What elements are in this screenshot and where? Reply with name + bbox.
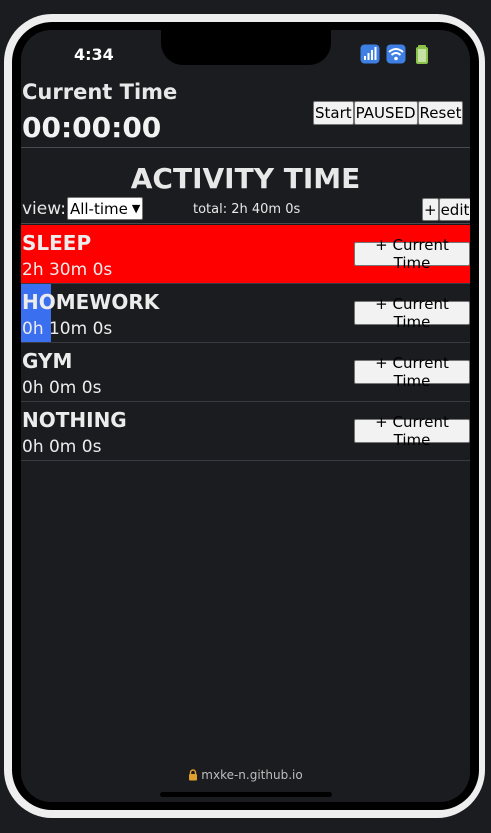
timer-section: Current Time 00:00:00 Start PAUSED Reset <box>21 80 470 148</box>
activity-name: GYM <box>22 349 73 373</box>
activity-time: 2h 30m 0s <box>22 260 113 280</box>
add-current-time-button[interactable]: + Current Time <box>354 236 470 272</box>
view-label: view: <box>22 198 66 219</box>
battery-icon <box>416 45 428 64</box>
url-text: mxke-n.github.io <box>201 768 303 782</box>
activity-title: ACTIVITY TIME <box>130 162 361 195</box>
chevron-down-icon: ▼ <box>131 202 141 215</box>
app-screen: 4:34 Current Time 00:00:00 Start PAUSED … <box>21 30 470 802</box>
start-button[interactable]: Start <box>313 101 354 125</box>
status-icons <box>360 44 432 64</box>
add-current-time-button[interactable]: + Current Time <box>354 354 470 390</box>
home-indicator[interactable] <box>160 792 332 797</box>
activity-row-sleep: SLEEP 2h 30m 0s + Current Time <box>21 225 470 284</box>
wifi-icon <box>386 44 406 64</box>
activity-row-gym: GYM 0h 0m 0s + Current Time <box>21 343 470 402</box>
browser-url-bar[interactable]: mxke-n.github.io <box>21 768 470 782</box>
activity-row-nothing: NOTHING 0h 0m 0s + Current Time <box>21 402 470 461</box>
edit-controls: + edit <box>422 198 470 221</box>
reset-button[interactable]: Reset <box>417 101 464 125</box>
view-filter: view: All-time ▼ <box>22 197 144 220</box>
timer-display: 00:00:00 <box>22 111 162 144</box>
activity-time: 0h 10m 0s <box>22 319 113 339</box>
status-time: 4:34 <box>74 45 114 64</box>
activity-time: 0h 0m 0s <box>22 378 102 398</box>
phone-notch <box>161 30 331 65</box>
activity-name: SLEEP <box>22 231 92 255</box>
add-current-time-button[interactable]: + Current Time <box>354 295 470 331</box>
timer-label: Current Time <box>22 80 178 104</box>
view-select-value: All-time <box>69 199 128 218</box>
timer-controls: Start PAUSED Reset <box>313 101 464 125</box>
activity-name: NOTHING <box>22 408 127 432</box>
view-select[interactable]: All-time ▼ <box>66 197 144 220</box>
signal-icon <box>360 44 380 64</box>
edit-button[interactable]: edit <box>438 198 470 221</box>
paused-button[interactable]: PAUSED <box>353 101 418 125</box>
add-current-time-button[interactable]: + Current Time <box>354 413 470 449</box>
activity-time: 0h 0m 0s <box>22 437 102 457</box>
add-activity-button[interactable]: + <box>422 198 439 221</box>
activity-name: HOMEWORK <box>22 290 160 314</box>
total-time: total: 2h 40m 0s <box>193 202 301 217</box>
activity-header: ACTIVITY TIME view: All-time ▼ total: 2h… <box>21 160 470 224</box>
lock-icon <box>189 769 198 781</box>
activity-row-homework: HOMEWORK 0h 10m 0s + Current Time <box>21 284 470 343</box>
